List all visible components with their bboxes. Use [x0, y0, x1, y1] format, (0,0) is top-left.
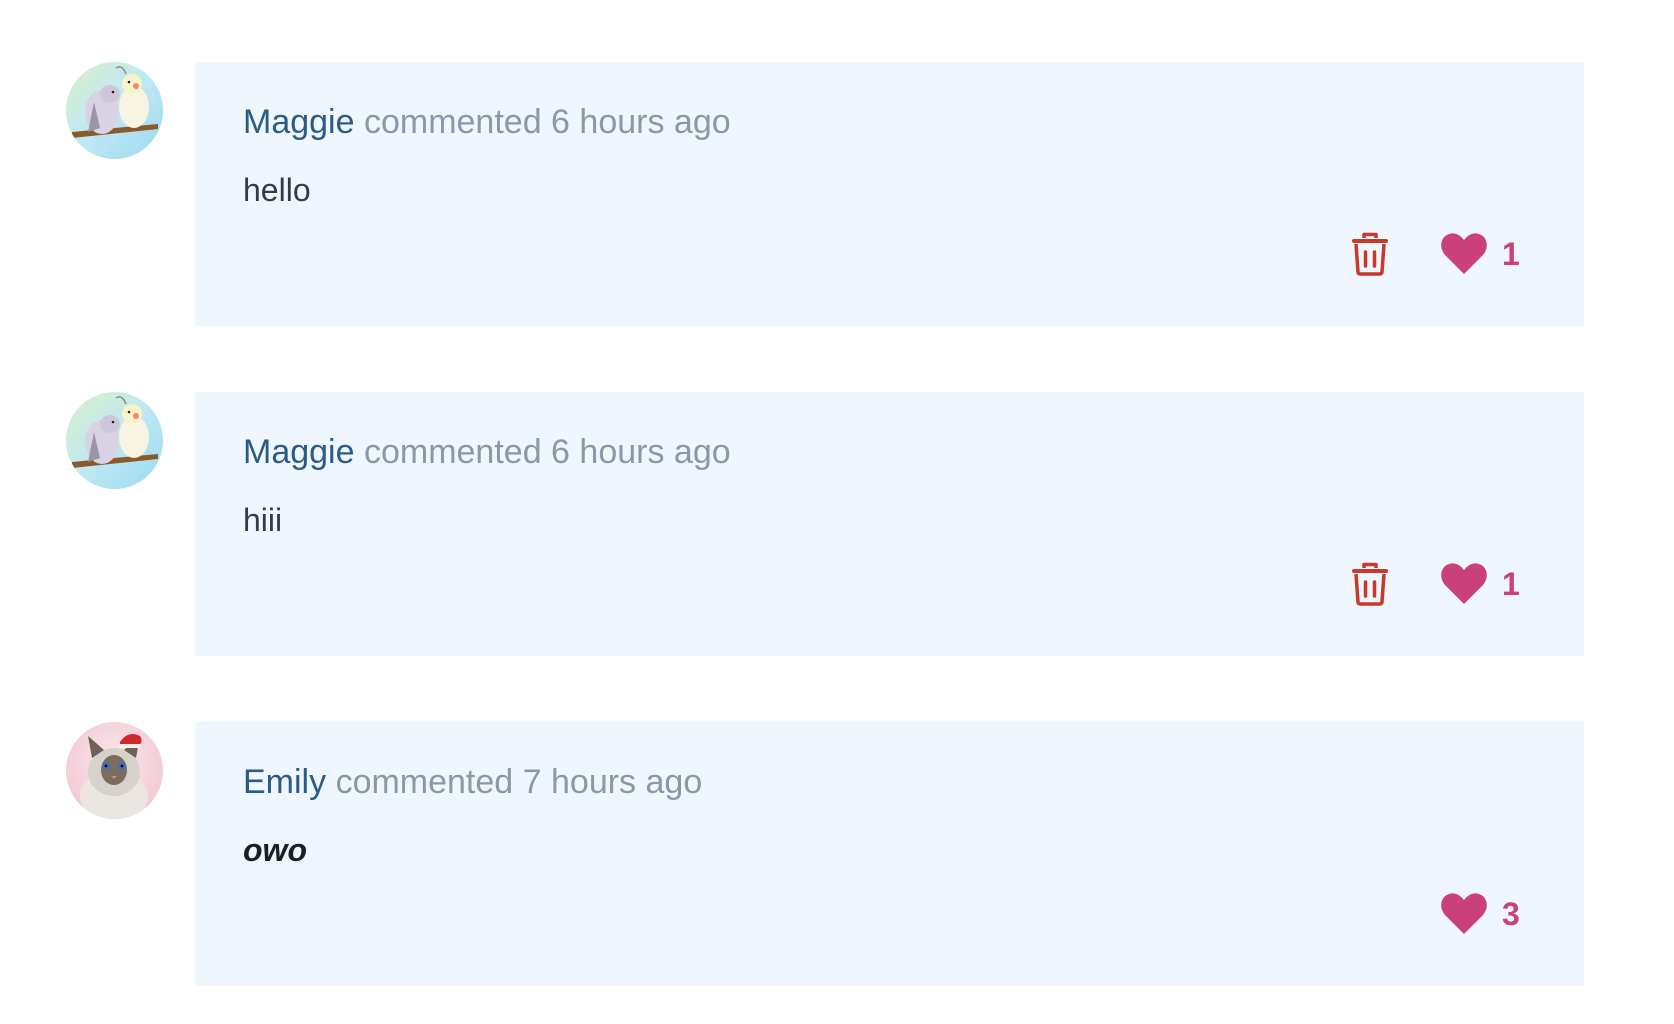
comment-list: Maggie commented 6 hours ago hello 1 Mag…: [0, 0, 1674, 986]
trash-icon: [1352, 232, 1388, 276]
trash-icon: [1352, 562, 1388, 606]
like-button[interactable]: 3: [1440, 892, 1520, 936]
comment-card: Maggie commented 6 hours ago hello 1: [195, 62, 1584, 326]
comment-item: Maggie commented 6 hours ago hello 1: [0, 62, 1674, 326]
avatar[interactable]: [66, 722, 163, 819]
comment-body: hiii: [243, 502, 283, 538]
like-count: 3: [1502, 895, 1520, 932]
heart-icon: [1441, 563, 1487, 604]
comment-author[interactable]: Maggie: [243, 433, 355, 471]
comment-item: Maggie commented 6 hours ago hiii 1: [0, 392, 1674, 656]
comment-header: Maggie commented 6 hours ago: [243, 100, 731, 144]
comment-body: hello: [243, 172, 311, 208]
comment-actions: 1: [1348, 560, 1520, 608]
like-count: 1: [1502, 235, 1520, 272]
cat-avatar-image: [66, 722, 163, 819]
delete-button[interactable]: [1348, 560, 1392, 608]
comment-author[interactable]: Maggie: [243, 103, 355, 141]
avatar[interactable]: [66, 392, 163, 489]
comment-header: Maggie commented 6 hours ago: [243, 430, 731, 474]
comment-timestamp: commented 6 hours ago: [363, 433, 731, 471]
delete-button[interactable]: [1348, 230, 1392, 278]
heart-icon: [1441, 893, 1487, 934]
heart-icon: [1441, 233, 1487, 274]
birds-avatar-image: [66, 392, 163, 489]
birds-avatar-image: [66, 62, 163, 159]
comment-actions: 3: [1440, 890, 1520, 938]
comment-timestamp: commented 7 hours ago: [335, 763, 703, 801]
like-count: 1: [1502, 565, 1520, 602]
comment-body: owo: [243, 832, 307, 868]
like-button[interactable]: 1: [1440, 562, 1520, 606]
like-button[interactable]: 1: [1440, 232, 1520, 276]
comment-timestamp: commented 6 hours ago: [363, 103, 731, 141]
comment-card: Emily commented 7 hours ago owo 3: [195, 722, 1584, 986]
comment-header: Emily commented 7 hours ago: [243, 760, 702, 804]
comment-author[interactable]: Emily: [243, 763, 326, 801]
comment-card: Maggie commented 6 hours ago hiii 1: [195, 392, 1584, 656]
comment-item: Emily commented 7 hours ago owo 3: [0, 722, 1674, 986]
avatar[interactable]: [66, 62, 163, 159]
comment-actions: 1: [1348, 230, 1520, 278]
